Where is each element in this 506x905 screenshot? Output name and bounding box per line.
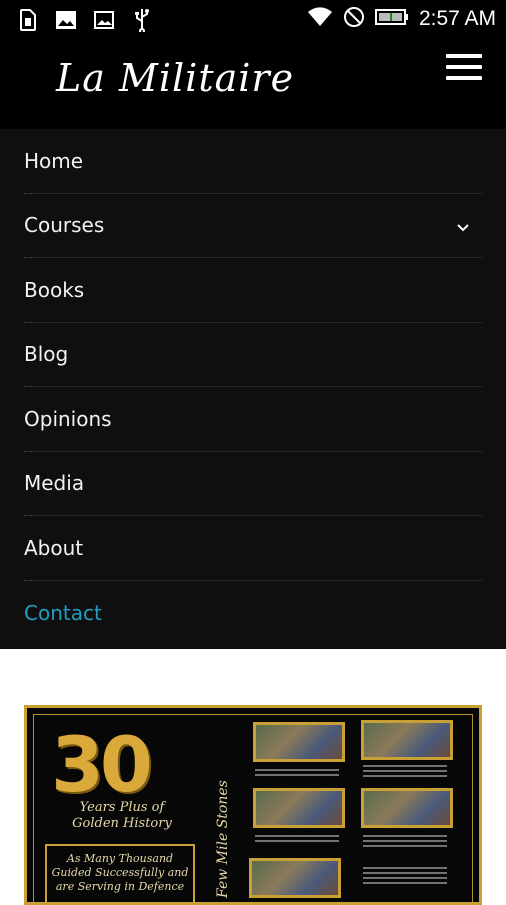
menu-item-label: Opinions	[24, 406, 112, 431]
anniversary-poster-image[interactable]: 30 Years Plus of Golden History As Many …	[24, 705, 482, 905]
status-right-icons: 2:57 AM	[307, 6, 496, 32]
menu-item-label: Home	[24, 148, 84, 173]
status-bar: 2:57 AM	[0, 0, 506, 42]
poster-photo	[253, 722, 345, 762]
chevron-down-icon[interactable]	[456, 218, 470, 237]
site-logo[interactable]: La Militaire	[56, 56, 294, 100]
poster-caption	[249, 766, 345, 780]
menu-item-label: Media	[24, 471, 85, 496]
do-not-disturb-icon	[343, 6, 365, 32]
poster-years-text: Years Plus of Golden History	[72, 800, 172, 831]
poster-caption	[357, 864, 453, 884]
nav-menu: Home Courses Books Blog Opinions Media A…	[0, 129, 506, 649]
menu-item-label: Contact	[24, 600, 102, 625]
poster-vertical-text: Few Mile Stones	[215, 780, 231, 898]
hamburger-menu-icon[interactable]	[446, 54, 482, 80]
menu-item-contact[interactable]: Contact	[24, 581, 482, 646]
sim-card-icon	[16, 8, 40, 32]
poster-box: As Many Thousand Guided Successfully and…	[45, 844, 195, 902]
menu-item-label: Blog	[24, 342, 69, 367]
poster-photo	[253, 788, 345, 828]
poster-caption	[357, 832, 453, 847]
wifi-icon	[307, 7, 333, 31]
menu-item-home[interactable]: Home	[24, 129, 482, 194]
menu-item-label: Courses	[24, 213, 105, 238]
menu-item-books[interactable]: Books	[24, 258, 482, 323]
poster-photo	[361, 788, 453, 828]
poster-caption	[357, 762, 453, 777]
menu-item-label: About	[24, 535, 84, 560]
menu-item-opinions[interactable]: Opinions	[24, 387, 482, 452]
site-header: La Militaire	[0, 42, 506, 129]
poster-photo	[249, 858, 341, 898]
photo-icon	[92, 8, 116, 32]
poster-box-text: As Many Thousand Guided Successfully and…	[51, 852, 189, 893]
menu-item-blog[interactable]: Blog	[24, 323, 482, 387]
menu-item-about[interactable]: About	[24, 516, 482, 581]
image-icon	[54, 8, 78, 32]
menu-item-courses[interactable]: Courses	[24, 194, 482, 258]
battery-icon	[374, 8, 409, 30]
status-time: 2:57 AM	[418, 7, 496, 30]
poster-photo	[361, 720, 453, 760]
status-left-icons	[16, 8, 154, 32]
usb-icon	[130, 8, 154, 32]
poster-caption	[249, 832, 345, 846]
menu-item-media[interactable]: Media	[24, 452, 482, 516]
menu-item-label: Books	[24, 277, 85, 302]
main-content: 30 Years Plus of Golden History As Many …	[0, 649, 506, 905]
poster-number: 30	[51, 720, 153, 809]
